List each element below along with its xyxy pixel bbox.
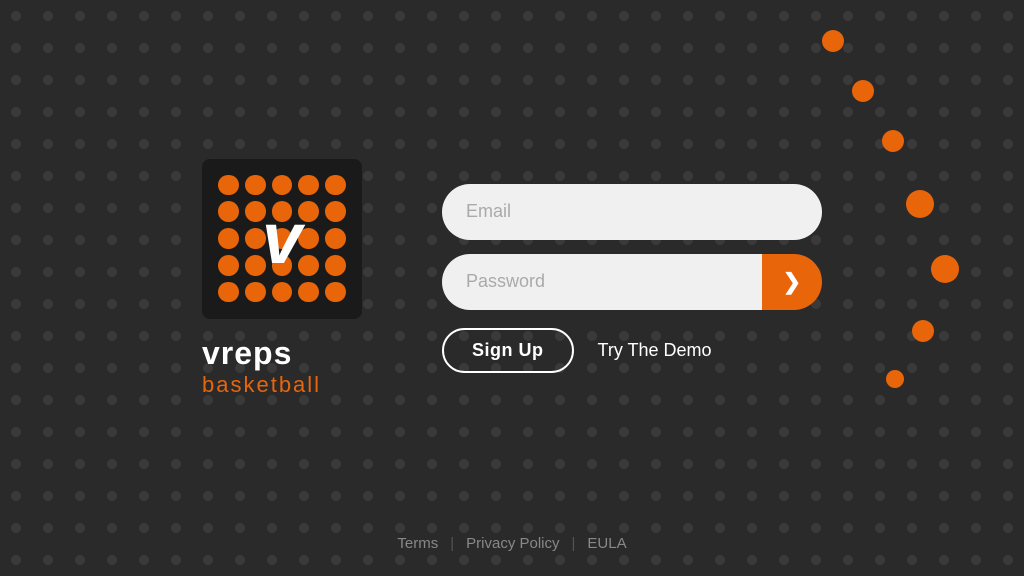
logo-box: v [202,159,362,319]
signup-button[interactable]: Sign Up [442,328,574,373]
logo-section: v vreps basketball [202,159,362,398]
form-section: ❯ Sign Up Try The Demo [442,184,822,373]
submit-button[interactable]: ❯ [762,254,822,310]
demo-link[interactable]: Try The Demo [598,340,712,361]
email-wrapper [442,184,822,240]
content-row: v vreps basketball ❯ Sign Up Try The Dem… [202,159,822,398]
brand-name: vreps [202,335,292,372]
logo-letter: v [262,203,302,275]
action-row: Sign Up Try The Demo [442,328,822,373]
main-container: v vreps basketball ❯ Sign Up Try The Dem… [0,0,1024,576]
password-input[interactable] [442,254,762,310]
password-row: ❯ [442,254,822,310]
email-input[interactable] [442,184,822,240]
brand-sub: basketball [202,372,321,398]
chevron-right-icon: ❯ [783,269,801,295]
